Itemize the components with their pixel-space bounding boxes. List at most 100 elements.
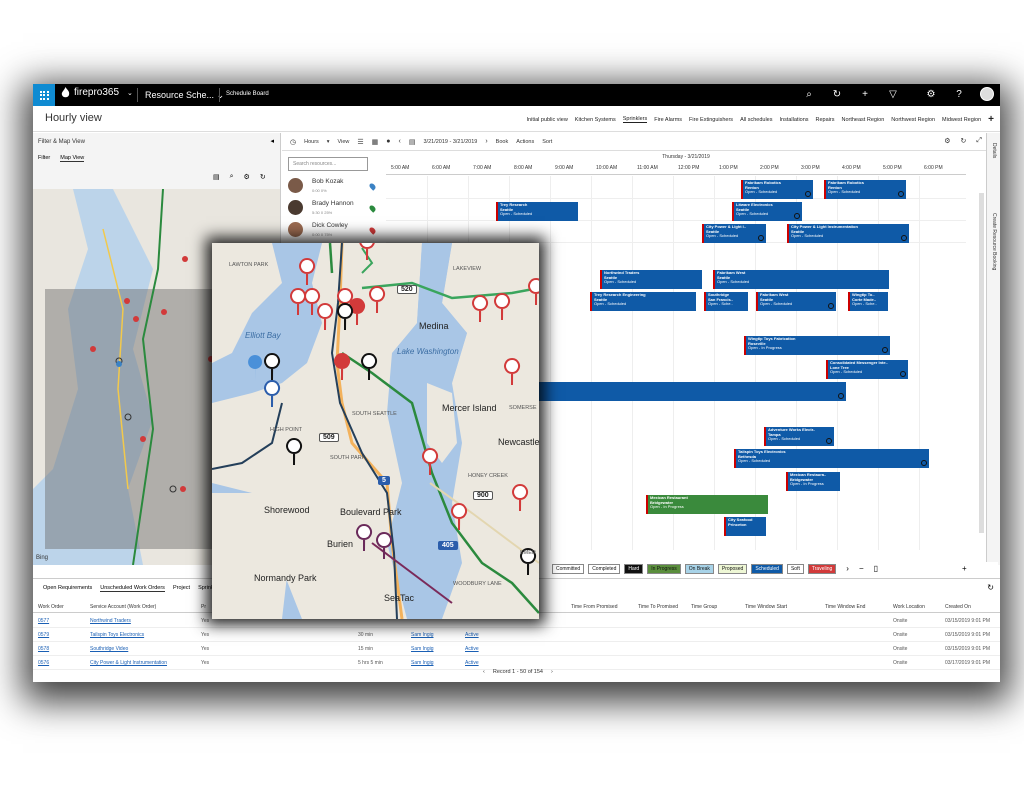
brand[interactable]: firepro365 ⌄ [61, 87, 133, 98]
next-icon[interactable]: › [485, 138, 487, 145]
column-header[interactable]: Time Window End [825, 604, 865, 610]
booking-block[interactable]: City Power & Light I.. Seattle Open - Sche… [702, 224, 766, 243]
module-switcher[interactable]: Resource Sche... ⌄ [145, 90, 224, 101]
tab-installations[interactable]: Installations [779, 117, 808, 123]
booking-block[interactable]: Wingtip To.. Corte Made.. Open - Sche.. [848, 292, 888, 311]
filter-icon[interactable]: ▽ [886, 87, 900, 101]
column-header[interactable]: Time To Promised [638, 604, 678, 610]
booking-block[interactable]: Mexican Restaura.. Bridgewater Open - In P… [786, 472, 840, 491]
zoom-in-icon[interactable]: + [962, 564, 967, 573]
table-row[interactable]: 0576 City Power & Light Instrumentation … [33, 656, 1000, 670]
refresh-icon[interactable]: ↻ [961, 137, 967, 145]
booking-block[interactable]: Fabrikam West Seattle Open - Scheduled [756, 292, 836, 311]
cell-work-order[interactable]: 0577 [38, 618, 49, 624]
table-row[interactable]: 0578 Southridge Video Yes 15 min Sam Ing… [33, 642, 1000, 656]
zoom-out-icon[interactable]: − [859, 564, 864, 573]
plus-icon[interactable]: + [858, 87, 872, 101]
list-icon[interactable]: ▤ [213, 173, 220, 181]
tab-northeast-region[interactable]: Northeast Region [841, 117, 884, 123]
tab-northwest-region[interactable]: Northwest Region [891, 117, 935, 123]
column-header[interactable]: Time Group [691, 604, 717, 610]
add-tab-icon[interactable]: + [988, 114, 994, 125]
tab-kitchen-systems[interactable]: Kitchen Systems [575, 117, 616, 123]
app-launcher-button[interactable] [33, 84, 55, 106]
booking-block[interactable]: City Seafood Princeton [724, 517, 766, 536]
search-icon[interactable]: ⌕ [802, 87, 816, 101]
booking-block[interactable]: Tailspin Toys Electronics Bethesda Open - … [734, 449, 929, 468]
resource-row[interactable]: Bob Kozak 0:00 0% [288, 176, 382, 198]
breadcrumb[interactable]: Schedule Board [226, 91, 269, 97]
expand-icon[interactable]: ⤢ [976, 137, 982, 145]
cell-work-order[interactable]: 0576 [38, 660, 49, 666]
refresh-icon[interactable]: ↻ [260, 173, 266, 181]
recent-icon[interactable]: ↻ [830, 87, 844, 101]
tab-initial-public-view[interactable]: Initial public view [527, 117, 568, 123]
booking-block[interactable]: Fabrikam Robotics Renton Open - Scheduled [741, 180, 813, 199]
column-header[interactable]: Service Account (Work Order) [90, 604, 156, 610]
column-header[interactable]: Created On [945, 604, 971, 610]
resource-row[interactable]: Brady Hannon 5:30 0 25% [288, 198, 382, 220]
cell-account[interactable]: Northwind Traders [90, 618, 131, 624]
gear-icon[interactable]: ⚙ [244, 173, 250, 181]
column-header[interactable]: Work Order [38, 604, 64, 610]
booking-block[interactable]: Northwind Traders Seattle Open - Scheduled [600, 270, 702, 289]
zoomed-map[interactable]: LAWTON PARK LAKEVIEW Elliott Bay Medina … [212, 243, 539, 619]
search-icon[interactable]: ⌕ [230, 173, 234, 181]
tab-open-requirements[interactable]: Open Requirements [43, 585, 92, 592]
cell-owner[interactable]: Sam Ingig [411, 660, 434, 666]
cell-work-order[interactable]: 0578 [38, 646, 49, 652]
date-range[interactable]: 3/21/2019 - 3/21/2019 [423, 139, 477, 145]
zoom-slider[interactable]: ▯ [874, 564, 878, 573]
booking-block[interactable]: Consolidated Messenger Inte.. Lone Tree Op… [826, 360, 908, 379]
table-row[interactable]: 0579 Tailspin Toys Electronics Yes 30 mi… [33, 628, 1000, 642]
booking-block[interactable]: City Power & Light Instrumentation Seattl… [787, 224, 909, 243]
cell-status[interactable]: Active [465, 660, 479, 666]
booking-block[interactable]: Southridge San Francis.. Open - Sche.. [704, 292, 748, 311]
tab-map-view[interactable]: Map View [60, 155, 85, 162]
resource-search-input[interactable]: Search resources... [288, 157, 368, 171]
column-header[interactable]: Time From Promised [571, 604, 618, 610]
booking-block[interactable]: Mexican Restaurant Bridgewater Open - In P… [646, 495, 768, 514]
gear-icon[interactable]: ⚙ [944, 137, 950, 145]
cell-account[interactable]: Southridge Video [90, 646, 128, 652]
prev-icon[interactable]: ‹ [399, 138, 401, 145]
actions-dropdown[interactable]: Actions [516, 139, 534, 145]
cell-owner[interactable]: Sam Ingig [411, 632, 434, 638]
chevron-down-icon[interactable]: ▾ [327, 139, 330, 145]
hours-dropdown[interactable]: Hours [304, 139, 319, 145]
gear-icon[interactable]: ⚙ [924, 87, 938, 101]
collapse-left-icon[interactable]: ◂ [270, 137, 274, 145]
refresh-icon[interactable]: ↻ [987, 583, 994, 592]
book-button[interactable]: Book [496, 139, 509, 145]
cell-status[interactable]: Active [465, 646, 479, 652]
tab-filter[interactable]: Filter [38, 155, 50, 162]
tab-all-schedules[interactable]: All schedules [740, 117, 772, 123]
sort-dropdown[interactable]: Sort [542, 139, 552, 145]
booking-block[interactable]: Adventure Works Electr.. Tampa Open - Sche… [764, 427, 834, 446]
help-icon[interactable]: ? [952, 87, 966, 101]
vertical-scrollbar[interactable] [979, 193, 984, 533]
tab-sprinklers[interactable]: Sprinklers [622, 116, 648, 123]
booking-block[interactable]: Wingtip Toys Fabrication Roseville Open - … [744, 336, 890, 355]
avatar[interactable] [980, 87, 994, 101]
cell-work-order[interactable]: 0579 [38, 632, 49, 638]
calendar-icon[interactable]: ▤ [409, 138, 416, 146]
booking-block[interactable]: Litware Electronics Seattle Open - Schedul… [732, 202, 802, 221]
booking-block[interactable]: Trey Research Seattle Open - Scheduled [496, 202, 578, 221]
tab-fire-extinguishers[interactable]: Fire Extinguishers [689, 117, 733, 123]
details-tab[interactable]: Details [991, 143, 997, 158]
cell-account[interactable]: City Power & Light Instrumentation [90, 660, 167, 666]
cell-status[interactable]: Active [465, 632, 479, 638]
column-header[interactable]: Work Location [893, 604, 925, 610]
globe-icon[interactable]: ● [386, 138, 390, 145]
tab-repairs[interactable]: Repairs [816, 117, 835, 123]
cell-account[interactable]: Tailspin Toys Electronics [90, 632, 144, 638]
create-resource-booking-tab[interactable]: Create Resource Booking [991, 213, 997, 270]
list-view-icon[interactable]: ☰ [357, 138, 363, 146]
column-header[interactable]: Time Window Start [745, 604, 787, 610]
cell-owner[interactable]: Sam Ingig [411, 646, 434, 652]
grid-view-icon[interactable]: ▦ [372, 138, 379, 146]
next-page-icon[interactable]: › [551, 669, 553, 675]
column-header[interactable]: Pr [201, 604, 206, 610]
tab-midwest-region[interactable]: Midwest Region [942, 117, 981, 123]
